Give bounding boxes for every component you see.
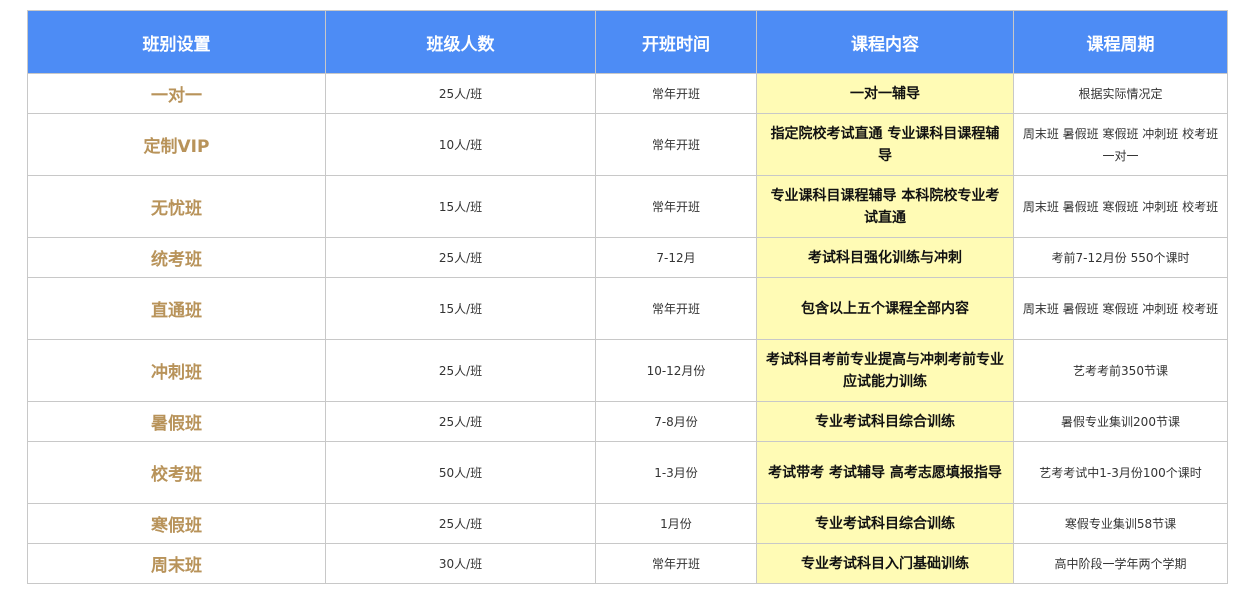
table-row: 冲刺班 25人/班 10-12月份 考试科目考前专业提高与冲刺考前专业应试能力训… (27, 339, 1228, 402)
table-row: 无忧班 15人/班 常年开班 专业课科目课程辅导 本科院校专业考试直通 周末班 … (27, 175, 1228, 238)
class-name: 暑假班 (27, 401, 326, 442)
table-row: 校考班 50人/班 1-3月份 考试带考 考试辅导 高考志愿填报指导 艺考考试中… (27, 441, 1228, 504)
header-course-content: 课程内容 (756, 10, 1014, 74)
course-content: 考试科目考前专业提高与冲刺考前专业应试能力训练 (756, 339, 1014, 402)
start-time: 常年开班 (595, 543, 757, 584)
start-time: 常年开班 (595, 175, 757, 238)
class-size: 15人/班 (325, 175, 596, 238)
start-time: 常年开班 (595, 113, 757, 176)
start-time: 10-12月份 (595, 339, 757, 402)
class-size: 25人/班 (325, 237, 596, 278)
course-period: 寒假专业集训58节课 (1013, 503, 1228, 544)
class-name: 周末班 (27, 543, 326, 584)
class-size: 10人/班 (325, 113, 596, 176)
table-row: 一对一 25人/班 常年开班 一对一辅导 根据实际情况定 (27, 73, 1228, 114)
class-size: 25人/班 (325, 401, 596, 442)
header-class-size: 班级人数 (325, 10, 596, 74)
class-name: 冲刺班 (27, 339, 326, 402)
start-time: 常年开班 (595, 73, 757, 114)
course-content: 一对一辅导 (756, 73, 1014, 114)
course-period: 暑假专业集训200节课 (1013, 401, 1228, 442)
header-course-period: 课程周期 (1013, 10, 1228, 74)
course-period: 艺考考前350节课 (1013, 339, 1228, 402)
table-row: 周末班 30人/班 常年开班 专业考试科目入门基础训练 高中阶段一学年两个学期 (27, 543, 1228, 584)
class-name: 寒假班 (27, 503, 326, 544)
class-name: 无忧班 (27, 175, 326, 238)
table-row: 直通班 15人/班 常年开班 包含以上五个课程全部内容 周末班 暑假班 寒假班 … (27, 277, 1228, 340)
table-row: 暑假班 25人/班 7-8月份 专业考试科目综合训练 暑假专业集训200节课 (27, 401, 1228, 442)
start-time: 1-3月份 (595, 441, 757, 504)
course-table-container: 班别设置 班级人数 开班时间 课程内容 课程周期 一对一 25人/班 常年开班 … (27, 10, 1228, 584)
class-size: 15人/班 (325, 277, 596, 340)
class-name: 直通班 (27, 277, 326, 340)
class-size: 50人/班 (325, 441, 596, 504)
course-content: 专业考试科目入门基础训练 (756, 543, 1014, 584)
class-name: 统考班 (27, 237, 326, 278)
class-name: 校考班 (27, 441, 326, 504)
table-row: 寒假班 25人/班 1月份 专业考试科目综合训练 寒假专业集训58节课 (27, 503, 1228, 544)
header-class-type: 班别设置 (27, 10, 326, 74)
table-row: 统考班 25人/班 7-12月 考试科目强化训练与冲刺 考前7-12月份 550… (27, 237, 1228, 278)
class-size: 25人/班 (325, 503, 596, 544)
course-period: 周末班 暑假班 寒假班 冲刺班 校考班 一对一 (1013, 113, 1228, 176)
course-period: 高中阶段一学年两个学期 (1013, 543, 1228, 584)
course-period: 周末班 暑假班 寒假班 冲刺班 校考班 (1013, 175, 1228, 238)
table-row: 定制VIP 10人/班 常年开班 指定院校考试直通 专业课科目课程辅导 周末班 … (27, 113, 1228, 176)
header-start-time: 开班时间 (595, 10, 757, 74)
course-period: 周末班 暑假班 寒假班 冲刺班 校考班 (1013, 277, 1228, 340)
course-content: 考试带考 考试辅导 高考志愿填报指导 (756, 441, 1014, 504)
class-size: 30人/班 (325, 543, 596, 584)
course-content: 考试科目强化训练与冲刺 (756, 237, 1014, 278)
course-content: 专业课科目课程辅导 本科院校专业考试直通 (756, 175, 1014, 238)
start-time: 1月份 (595, 503, 757, 544)
start-time: 7-12月 (595, 237, 757, 278)
course-period: 根据实际情况定 (1013, 73, 1228, 114)
table-header-row: 班别设置 班级人数 开班时间 课程内容 课程周期 (27, 10, 1228, 74)
class-name: 一对一 (27, 73, 326, 114)
start-time: 常年开班 (595, 277, 757, 340)
course-table: 班别设置 班级人数 开班时间 课程内容 课程周期 一对一 25人/班 常年开班 … (27, 10, 1228, 584)
class-name: 定制VIP (27, 113, 326, 176)
course-period: 考前7-12月份 550个课时 (1013, 237, 1228, 278)
course-content: 指定院校考试直通 专业课科目课程辅导 (756, 113, 1014, 176)
class-size: 25人/班 (325, 339, 596, 402)
class-size: 25人/班 (325, 73, 596, 114)
course-content: 包含以上五个课程全部内容 (756, 277, 1014, 340)
course-period: 艺考考试中1-3月份100个课时 (1013, 441, 1228, 504)
start-time: 7-8月份 (595, 401, 757, 442)
course-content: 专业考试科目综合训练 (756, 401, 1014, 442)
course-content: 专业考试科目综合训练 (756, 503, 1014, 544)
